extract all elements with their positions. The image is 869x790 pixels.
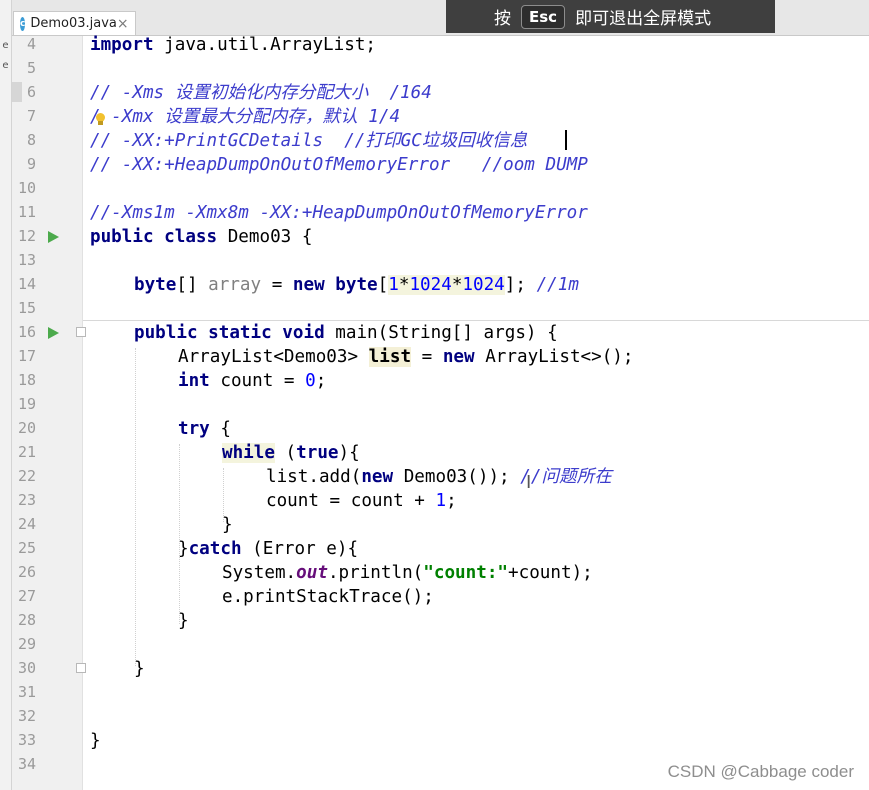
code-line-28: } bbox=[178, 611, 189, 631]
line-number: 9 bbox=[26, 155, 36, 173]
line-number: 24 bbox=[17, 515, 36, 533]
code-line-16: public static void main(String[] args) { bbox=[134, 323, 558, 343]
line-number: 10 bbox=[17, 179, 36, 197]
code-line-20: try { bbox=[178, 419, 231, 439]
ibeam-cursor-icon: I bbox=[526, 472, 532, 493]
line-number: 22 bbox=[17, 467, 36, 485]
text-caret bbox=[565, 130, 567, 150]
run-arrow-icon[interactable] bbox=[48, 327, 59, 339]
code-line-26: System.out.println("count:"+count); bbox=[222, 563, 593, 583]
close-icon[interactable]: × bbox=[117, 16, 129, 32]
code-line-27: e.printStackTrace(); bbox=[222, 587, 434, 607]
watermark: CSDN @Cabbage coder bbox=[667, 762, 854, 781]
line-number: 11 bbox=[17, 203, 36, 221]
indent-guide bbox=[179, 444, 181, 624]
line-number: 21 bbox=[17, 443, 36, 461]
code-line-30: } bbox=[134, 659, 145, 679]
line-number: 5 bbox=[26, 59, 36, 77]
line-number: 29 bbox=[17, 635, 36, 653]
code-line-18: int count = 0; bbox=[178, 371, 327, 391]
tab-filename: Demo03.java bbox=[30, 16, 117, 31]
fold-marker-icon[interactable] bbox=[76, 327, 86, 337]
project-edge-glyph: e bbox=[2, 60, 9, 71]
line-number: 8 bbox=[26, 131, 36, 149]
project-panel-edge[interactable]: e e bbox=[0, 0, 12, 790]
fullscreen-esc-hint: 按 Esc 即可退出全屏模式 bbox=[446, 0, 775, 33]
line-number: 26 bbox=[17, 563, 36, 581]
code-line-7: / -Xmx 设置最大分配内存，默认 1/4 bbox=[90, 107, 401, 127]
hint-exit-text: 即可退出全屏模式 bbox=[575, 9, 712, 29]
line-number: 20 bbox=[17, 419, 36, 437]
hint-press-text: 按 bbox=[494, 9, 511, 29]
gutter-separator bbox=[82, 36, 83, 790]
line-number: 14 bbox=[17, 275, 36, 293]
code-line-22: list.add(new Demo03()); //问题所在 bbox=[266, 467, 612, 487]
code-line-11: //-Xms1m -Xmx8m -XX:+HeapDumpOnOutOfMemo… bbox=[90, 203, 588, 223]
line-number: 12 bbox=[17, 227, 36, 245]
run-arrow-icon[interactable] bbox=[48, 231, 59, 243]
indent-guide bbox=[135, 348, 137, 666]
line-number: 15 bbox=[17, 299, 36, 317]
esc-key-badge: Esc bbox=[521, 4, 566, 29]
code-line-21: while (true){ bbox=[222, 443, 360, 463]
java-class-icon: c bbox=[20, 16, 26, 31]
code-line-25: }catch (Error e){ bbox=[178, 539, 359, 559]
line-number: 25 bbox=[17, 539, 36, 557]
code-line-17: ArrayList<Demo03> list = new ArrayList<>… bbox=[178, 347, 634, 367]
code-line-14: byte[] array = new byte[1*1024*1024]; //… bbox=[134, 275, 579, 295]
code-line-8: // -XX:+PrintGCDetails //打印GC垃圾回收信息 bbox=[90, 131, 528, 151]
line-number: 16 bbox=[17, 323, 36, 341]
line-number: 31 bbox=[17, 683, 36, 701]
tab-demo03-java[interactable]: c Demo03.java × bbox=[13, 11, 136, 35]
line-number: 30 bbox=[17, 659, 36, 677]
line-number: 33 bbox=[17, 731, 36, 749]
code-line-24: } bbox=[222, 515, 233, 535]
line-number: 4 bbox=[26, 35, 36, 53]
code-line-9: // -XX:+HeapDumpOnOutOfMemoryError //oom… bbox=[90, 155, 588, 175]
line-number: 34 bbox=[17, 755, 36, 773]
line-number: 6 bbox=[26, 83, 36, 101]
line-number: 18 bbox=[17, 371, 36, 389]
code-line-12: public class Demo03 { bbox=[90, 227, 313, 247]
line-number: 27 bbox=[17, 587, 36, 605]
code-line-6: // -Xms 设置初始化内存分配大小 /164 bbox=[90, 83, 432, 103]
code-line-33: } bbox=[90, 731, 101, 751]
fold-marker-icon[interactable] bbox=[76, 663, 86, 673]
line-number: 17 bbox=[17, 347, 36, 365]
line-number: 32 bbox=[17, 707, 36, 725]
line-number: 13 bbox=[17, 251, 36, 269]
line-number: 23 bbox=[17, 491, 36, 509]
line-number: 7 bbox=[26, 107, 36, 125]
project-edge-glyph: e bbox=[2, 40, 9, 51]
code-line-4: import java.util.ArrayList; bbox=[90, 35, 377, 55]
code-line-23: count = count + 1; bbox=[266, 491, 457, 511]
line-number: 19 bbox=[17, 395, 36, 413]
line-number: 28 bbox=[17, 611, 36, 629]
